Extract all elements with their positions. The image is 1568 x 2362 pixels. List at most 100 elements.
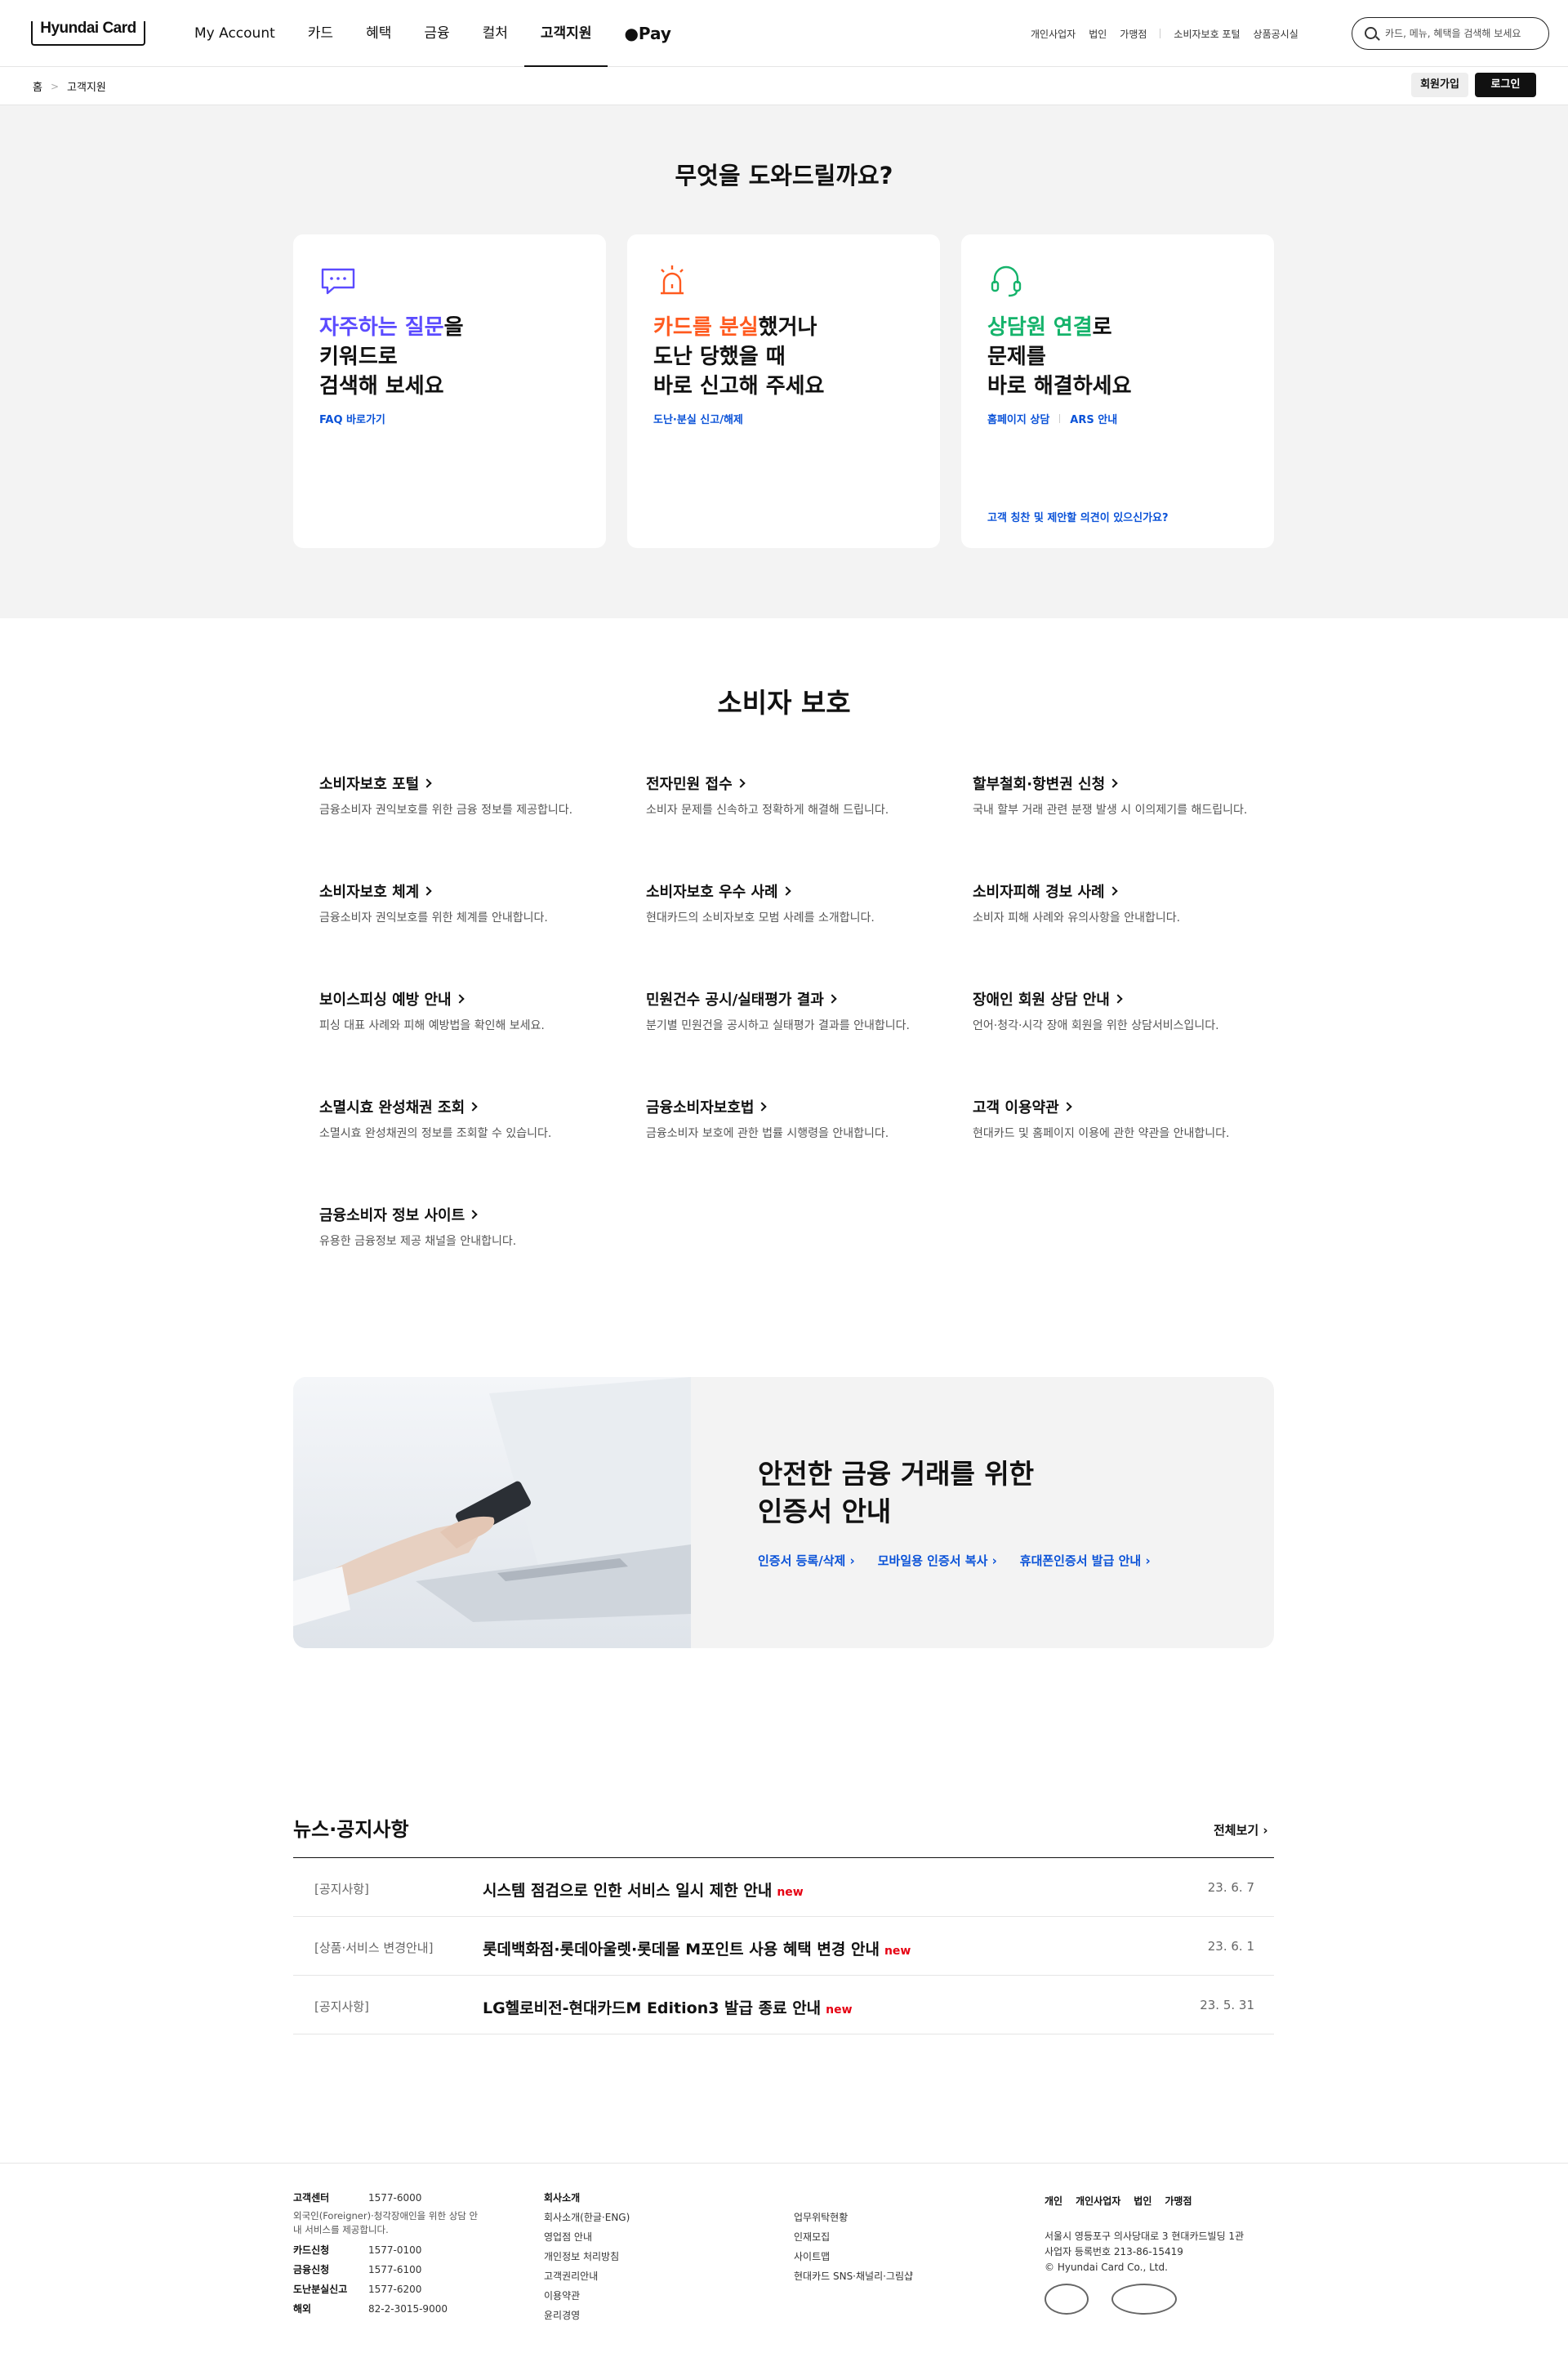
menu-my-account[interactable]: My Account (178, 0, 292, 67)
consumer-protection-item[interactable]: 금융소비자 정보 사이트 유용한 금융정보 제공 채널을 안내합니다. (319, 1204, 630, 1249)
menu-apple-pay[interactable]: ●Pay (608, 0, 688, 67)
consumer-protection-item[interactable]: 장애인 회원 상담 안내 언어·청각·시각 장애 회원을 위한 상담서비스입니다. (973, 988, 1283, 1033)
consumer-protection-item[interactable]: 할부철회·항변권 신청 국내 할부 거래 관련 분쟁 발생 시 이의제기를 해드립… (973, 773, 1283, 818)
consumer-item-title: 소비자피해 경보 사례 (973, 880, 1283, 902)
consumer-protection-item[interactable]: 소비자피해 경보 사례 소비자 피해 사례와 유의사항을 안내합니다. (973, 880, 1283, 925)
news-row[interactable]: [상품·서비스 변경안내] 롯데백화점·롯데아울렛·롯데몰 M포인트 사용 혜택… (293, 1917, 1274, 1976)
consumer-protection-item[interactable]: 금융소비자보호법 금융소비자 보호에 관한 법률 시행령을 안내합니다. (646, 1096, 956, 1141)
consumer-protection-item[interactable]: 전자민원 접수 소비자 문제를 신속하고 정확하게 해결해 드립니다. (646, 773, 956, 818)
consumer-item-title: 보이스피싱 예방 안내 (319, 988, 630, 1009)
breadcrumb-home[interactable]: 홈 (33, 78, 42, 94)
util-link-product-disclosure[interactable]: 상품공시실 (1254, 27, 1298, 41)
footer-site-merchant[interactable]: 가맹점 (1165, 2191, 1192, 2211)
footer-link[interactable]: 이용약관 (544, 2286, 740, 2306)
siren-icon (661, 265, 684, 295)
footer-site-business[interactable]: 개인사업자 (1076, 2191, 1120, 2211)
footer-link[interactable]: 업무위탁현황 (794, 2208, 990, 2227)
footer-other-links: 업무위탁현황 인재모집 사이트맵 현대카드 SNS·채널리·그림샵 (794, 2208, 990, 2286)
footer-link[interactable]: 사이트맵 (794, 2247, 990, 2266)
counselor-card-links: 홈페이지 상담 ARS 안내 (987, 411, 1117, 426)
chevron-right-icon (735, 778, 746, 788)
consumer-protection-item[interactable]: 소비자보호 체계 금융소비자 권익보호를 위한 체계를 안내합니다. (319, 880, 630, 925)
consumer-protection-item[interactable]: 민원건수 공시/실태평가 결과 분기별 민원건을 공시하고 실태평가 결과를 안내… (646, 988, 956, 1033)
footer-link[interactable]: 현대카드 SNS·채널리·그림샵 (794, 2266, 990, 2286)
customer-center-tel: 1577-6000 (368, 2192, 422, 2204)
feedback-link[interactable]: 고객 칭찬 및 제안할 의견이 있으신가요? (987, 509, 1169, 524)
footer-link[interactable]: 회사소개(한글·ENG) (544, 2208, 740, 2227)
consumer-item-description: 금융소비자 권익보호를 위한 금융 정보를 제공합니다. (319, 804, 573, 817)
chevron-right-icon: > (50, 80, 60, 92)
chevron-right-icon (422, 778, 432, 788)
news-row[interactable]: [공지사항] LG헬로비전-현대카드M Edition3 발급 종료 안내 new… (293, 1976, 1274, 2034)
news-date: 23. 5. 31 (1200, 1998, 1254, 2012)
news-view-all-link[interactable]: 전체보기 › (1214, 1821, 1268, 1838)
util-link-corporate[interactable]: 법인 (1089, 27, 1107, 41)
web-counsel-link[interactable]: 홈페이지 상담 (987, 411, 1049, 426)
join-button[interactable]: 회원가입 (1411, 73, 1468, 97)
cert-phone-issue-link[interactable]: 휴대폰인증서 발급 안내 › (1020, 1552, 1151, 1569)
menu-culture[interactable]: 컬처 (466, 0, 524, 67)
news-date: 23. 6. 7 (1207, 1880, 1254, 1895)
certificate-banner: 안전한 금융 거래를 위한 인증서 안내 인증서 등록/삭제 › 모바일용 인증… (293, 1377, 1274, 1648)
util-link-consumer-portal[interactable]: 소비자보호 포털 (1174, 27, 1240, 41)
footer-link[interactable]: 개인정보 처리방침 (544, 2247, 740, 2266)
chevron-right-icon (468, 1102, 478, 1112)
consumer-item-title: 금융소비자 정보 사이트 (319, 1204, 630, 1225)
consumer-protection-item[interactable]: 고객 이용약관 현대카드 및 홈페이지 이용에 관한 약관을 안내합니다. (973, 1096, 1283, 1141)
footer-link[interactable]: 고객권리안내 (544, 2266, 740, 2286)
util-link-personal-business[interactable]: 개인사업자 (1031, 27, 1076, 41)
consumer-item-title: 민원건수 공시/실태평가 결과 (646, 988, 956, 1009)
new-badge: new (826, 2003, 853, 2017)
chevron-right-icon (781, 886, 791, 896)
utility-links: 개인사업자 법인 가맹점 소비자보호 포털 상품공시실 (1031, 0, 1312, 67)
consumer-protection-item[interactable]: 보이스피싱 예방 안내 피싱 대표 사례와 피해 예방법을 확인해 보세요. (319, 988, 630, 1033)
footer-site-personal[interactable]: 개인 (1045, 2191, 1062, 2211)
consumer-protection-item[interactable]: 소멸시효 완성채권 조회 소멸시효 완성채권의 정보를 조회할 수 있습니다. (319, 1096, 630, 1141)
menu-customer-support[interactable]: 고객지원 (523, 0, 608, 68)
footer-link[interactable]: 인재모집 (794, 2227, 990, 2247)
new-badge: new (777, 1886, 804, 1899)
chevron-right-icon (468, 1210, 478, 1219)
footer-link[interactable]: 윤리경영 (544, 2306, 740, 2325)
consumer-protection-item[interactable]: 소비자보호 포털금융소비자 권익보호를 위한 금융 정보를 제공합니다. (319, 773, 630, 818)
login-button[interactable]: 로그인 (1475, 73, 1536, 97)
faq-card-links: FAQ 바로가기 (319, 411, 385, 426)
consumer-item-title: 소비자보호 포털 (319, 773, 630, 794)
lost-card-card[interactable]: 카드를 분실했거나 도난 당했을 때 바로 신고해 주세요 도난·분실 신고/해… (627, 234, 940, 548)
copyright: © Hyundai Card Co., Ltd. (1045, 2262, 1168, 2273)
search-icon[interactable] (1365, 27, 1377, 39)
consumer-protection-item[interactable]: 소비자보호 우수 사례 현대카드의 소비자보호 모범 사례를 소개합니다. (646, 880, 956, 925)
consumer-item-description: 현대카드 및 홈페이지 이용에 관한 약관을 안내합니다. (973, 1127, 1230, 1140)
certificate-title: 안전한 금융 거래를 위한 인증서 안내 (758, 1458, 1035, 1527)
footer-site-corporate[interactable]: 법인 (1134, 2191, 1152, 2211)
help-section: 무엇을 도와드릴까요? 자주하는 질문을 키워드로 검색해 보세요 FAQ 바로… (0, 105, 1568, 618)
hyundai-card-logo[interactable]: Hyundai Card (31, 20, 145, 46)
consumer-item-title: 할부철회·항변권 신청 (973, 773, 1283, 794)
news-list: [공지사항] 시스템 점검으로 인한 서비스 일시 제한 안내 new 23. 6… (293, 1857, 1274, 2034)
lost-report-link[interactable]: 도난·분실 신고/해제 (653, 411, 743, 426)
news-row[interactable]: [공지사항] 시스템 점검으로 인한 서비스 일시 제한 안내 new 23. 6… (293, 1858, 1274, 1917)
apple-icon: ● (624, 24, 639, 43)
cert-mobile-copy-link[interactable]: 모바일용 인증서 복사 › (878, 1552, 997, 1569)
menu-finance[interactable]: 금융 (408, 0, 466, 67)
footer-link[interactable]: 영업점 안내 (544, 2227, 740, 2247)
news-headline: 시스템 점검으로 인한 서비스 일시 제한 안내 new (483, 1882, 804, 1900)
faq-card[interactable]: 자주하는 질문을 키워드로 검색해 보세요 FAQ 바로가기 (293, 234, 606, 548)
breadcrumb-current: 고객지원 (67, 82, 106, 94)
counselor-card[interactable]: 상담원 연결로 문제를 바로 해결하세요 홈페이지 상담 ARS 안내 고객 칭… (961, 234, 1274, 548)
ars-guide-link[interactable]: ARS 안내 (1070, 411, 1117, 426)
faq-link[interactable]: FAQ 바로가기 (319, 411, 385, 426)
company-address: 서울시 영등포구 의사당대로 3 현대카드빌딩 1관 (1045, 2231, 1245, 2242)
util-link-merchant[interactable]: 가맹점 (1120, 27, 1147, 41)
menu-card[interactable]: 카드 (292, 0, 350, 67)
cert-register-link[interactable]: 인증서 등록/삭제 › (758, 1552, 855, 1569)
chevron-right-icon (757, 1102, 768, 1112)
lost-card-links: 도난·분실 신고/해제 (653, 411, 743, 426)
menu-benefit[interactable]: 혜택 (350, 0, 408, 67)
laptop-phone-image (293, 1377, 691, 1648)
search-box[interactable] (1352, 17, 1549, 50)
consumer-item-description: 소멸시효 완성채권의 정보를 조회할 수 있습니다. (319, 1127, 552, 1140)
foreigner-note: 외국인(Foreigner)·청각장애인을 위한 상담 안내 서비스를 제공합니… (293, 2210, 479, 2235)
search-input[interactable] (1385, 25, 1540, 42)
news-date: 23. 6. 1 (1207, 1939, 1254, 1954)
